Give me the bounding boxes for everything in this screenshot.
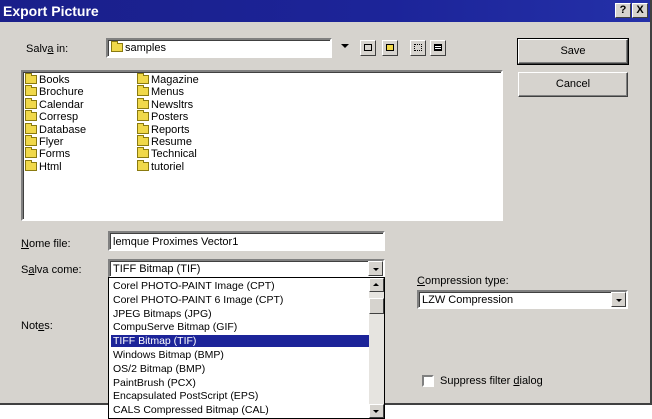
folder-icon [137, 147, 149, 159]
compression-type-value: LZW Compression [422, 294, 514, 306]
folder-name: Forms [39, 148, 71, 161]
folder-name: Calendar [39, 98, 84, 111]
folder-item[interactable]: Calendar [25, 97, 86, 111]
folder-icon [137, 110, 149, 122]
save-as-type-value: TIFF Bitmap (TIF) [113, 263, 201, 275]
folder-item[interactable]: tutoriel [137, 159, 199, 173]
folder-item[interactable]: Html [25, 159, 86, 173]
folder-item[interactable]: Brochure [25, 85, 86, 99]
scrollbar-thumb[interactable] [369, 298, 384, 314]
folder-item[interactable]: Posters [137, 110, 199, 124]
scroll-down-icon[interactable] [369, 404, 384, 418]
folder-name: Technical [151, 148, 197, 161]
file-name-label: Nome file: [21, 238, 71, 250]
format-option[interactable]: JPEG Bitmaps (JPG) [111, 308, 369, 320]
format-option[interactable]: Windows Bitmap (BMP) [111, 349, 369, 361]
folder-icon [111, 41, 123, 52]
format-option[interactable]: Corel PHOTO-PAINT Image (CPT) [111, 280, 369, 292]
folder-icon [137, 135, 149, 147]
chevron-down-icon[interactable] [368, 261, 383, 276]
folder-item[interactable]: Magazine [137, 73, 199, 86]
format-option[interactable]: PaintBrush (PCX) [111, 377, 369, 389]
folder-name: Posters [151, 111, 189, 124]
file-list[interactable] [21, 70, 503, 221]
folder-name: Newsltrs [151, 98, 194, 111]
folder-icon [137, 159, 149, 171]
folder-item[interactable]: Forms [25, 147, 86, 161]
folder-item[interactable]: Resume [137, 135, 199, 149]
folder-name: Brochure [39, 86, 84, 99]
notes-label: Notes: [21, 320, 53, 332]
folder-item[interactable]: Reports [137, 122, 199, 136]
save-in-dropdown-icon[interactable] [341, 44, 349, 48]
compression-type-combo[interactable]: LZW Compression [417, 290, 628, 309]
folder-item[interactable]: Flyer [25, 135, 86, 149]
compression-type-label: Compression type: [417, 275, 509, 287]
folder-item[interactable]: Database [25, 122, 87, 136]
format-option[interactable]: Corel PHOTO-PAINT 6 Image (CPT) [111, 294, 369, 306]
format-option[interactable]: CompuServe Bitmap (GIF) [111, 321, 369, 333]
folder-icon [25, 159, 37, 171]
details-view-icon[interactable] [430, 40, 446, 56]
folder-item[interactable]: Books [25, 73, 86, 86]
folder-icon [25, 147, 37, 159]
folder-icon [25, 85, 37, 97]
export-picture-dialog: Export Picture ? X Salva in: samples Sav… [0, 0, 652, 419]
up-one-level-icon[interactable] [360, 40, 376, 56]
title-bar: Export Picture ? X [0, 0, 650, 22]
save-in-label: Salva in: [26, 43, 69, 55]
format-option[interactable]: CALS Compressed Bitmap (CAL) [111, 404, 369, 416]
help-button[interactable]: ? [615, 3, 631, 18]
format-option[interactable]: TIFF Bitmap (TIF) [111, 335, 369, 348]
suppress-filter-dialog-checkbox[interactable] [422, 375, 434, 387]
suppress-filter-dialog-label: Suppress filter dialog [440, 375, 543, 387]
folder-name: Resume [151, 136, 192, 149]
new-folder-icon[interactable] [382, 40, 398, 56]
save-in-combo[interactable]: samples [106, 38, 332, 58]
folder-icon [137, 122, 149, 134]
save-as-type-dropdown-list[interactable]: Corel PHOTO-PAINT Image (CPT) Corel PHOTO… [108, 277, 385, 419]
folder-name: Database [39, 123, 87, 136]
folder-item[interactable]: Technical [137, 147, 199, 161]
folder-name: Books [39, 74, 70, 86]
folder-name: Magazine [151, 74, 199, 86]
list-view-icon[interactable] [410, 40, 426, 56]
folder-icon [25, 73, 37, 84]
save-as-label: Salva come: [21, 264, 82, 276]
folder-icon [25, 110, 37, 122]
folder-icon [25, 122, 37, 134]
folder-item[interactable]: Corresp [25, 110, 86, 124]
folder-icon [137, 97, 149, 109]
folder-name: Html [39, 160, 62, 173]
close-button[interactable]: X [632, 3, 648, 18]
chevron-down-icon[interactable] [611, 292, 626, 307]
folder-item[interactable]: Menus [137, 85, 199, 99]
folder-icon [137, 73, 149, 84]
folder-name: Menus [151, 86, 185, 99]
file-name-input[interactable]: lemque Proximes Vector1 [108, 231, 385, 251]
scroll-up-icon[interactable] [369, 278, 384, 292]
folder-icon [25, 97, 37, 109]
folder-name: Corresp [39, 111, 79, 124]
window-title: Export Picture [3, 3, 99, 19]
folder-name: Reports [151, 123, 190, 136]
format-option[interactable]: Encapsulated PostScript (EPS) [111, 390, 369, 402]
folder-column-2: Magazine Menus Newsltrs Posters Reports Resum… [137, 73, 199, 173]
cancel-button[interactable]: Cancel [518, 72, 628, 97]
save-as-type-combo[interactable]: TIFF Bitmap (TIF) [108, 259, 385, 278]
folder-name: Flyer [39, 136, 64, 149]
save-in-value: samples [125, 42, 166, 54]
folder-item[interactable]: Newsltrs [137, 97, 199, 111]
folder-name: tutoriel [151, 160, 185, 173]
folder-icon [25, 135, 37, 147]
save-button[interactable]: Save [517, 38, 629, 65]
format-option[interactable]: OS/2 Bitmap (BMP) [111, 363, 369, 375]
folder-column-1: Books Brochure Calendar Corresp Database Flye… [25, 73, 87, 173]
dropdown-scrollbar[interactable] [369, 278, 384, 418]
folder-icon [137, 85, 149, 97]
